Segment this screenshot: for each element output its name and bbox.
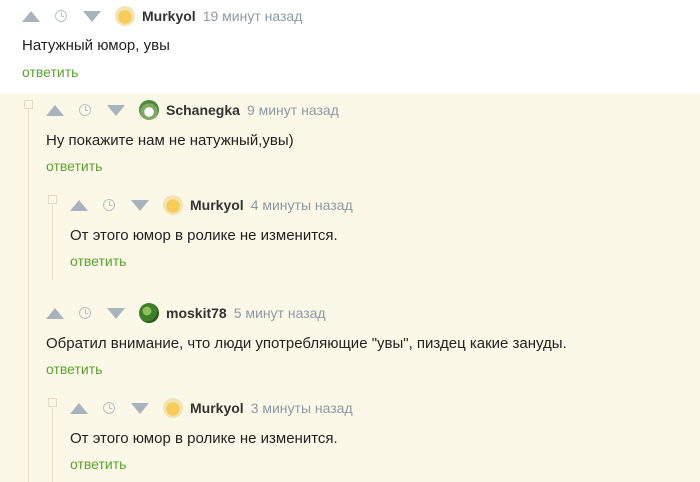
comment-author[interactable]: Murkyol — [190, 197, 244, 213]
comment-text: От этого юмор в ролике не изменится. — [70, 430, 338, 447]
upvote-icon[interactable] — [22, 10, 40, 22]
comment-header: Murkyol 19 минут назад — [22, 5, 302, 27]
thread-collapse-toggle[interactable] — [48, 195, 57, 204]
reply-link[interactable]: ответить — [22, 64, 78, 80]
comment-author[interactable]: moskit78 — [166, 305, 227, 321]
comment-author[interactable]: Murkyol — [142, 8, 196, 24]
upvote-icon[interactable] — [46, 104, 64, 116]
comment-time[interactable]: 3 минуты назад — [251, 400, 353, 416]
clock-icon[interactable] — [103, 402, 115, 414]
comment-time[interactable]: 5 минут назад — [234, 305, 326, 321]
reply-link[interactable]: ответить — [70, 456, 126, 472]
avatar[interactable] — [139, 303, 159, 323]
clock-icon[interactable] — [79, 307, 91, 319]
comment-author[interactable]: Schanegka — [166, 102, 240, 118]
downvote-icon[interactable] — [131, 402, 149, 414]
reply-link[interactable]: ответить — [70, 253, 126, 269]
comment-header: Schanegka 9 минут назад — [46, 99, 339, 121]
comment-time[interactable]: 4 минуты назад — [251, 197, 353, 213]
clock-icon[interactable] — [55, 10, 67, 22]
downvote-icon[interactable] — [131, 199, 149, 211]
upvote-icon[interactable] — [70, 199, 88, 211]
thread-background — [0, 93, 700, 482]
comment-text: Ну покажите нам не натужный,увы) — [46, 132, 294, 149]
comment-header: Murkyol 3 минуты назад — [70, 397, 353, 419]
downvote-icon[interactable] — [107, 104, 125, 116]
comment-header: moskit78 5 минут назад — [46, 302, 326, 324]
avatar[interactable] — [115, 6, 135, 26]
upvote-icon[interactable] — [46, 307, 64, 319]
reply-link[interactable]: ответить — [46, 158, 102, 174]
avatar[interactable] — [163, 398, 183, 418]
thread-line — [28, 110, 29, 482]
avatar[interactable] — [163, 195, 183, 215]
thread-collapse-toggle[interactable] — [24, 100, 33, 109]
comment-author[interactable]: Murkyol — [190, 400, 244, 416]
comment-time[interactable]: 19 минут назад — [203, 8, 303, 24]
comment-header: Murkyol 4 минуты назад — [70, 194, 353, 216]
downvote-icon[interactable] — [107, 307, 125, 319]
comment-time[interactable]: 9 минут назад — [247, 102, 339, 118]
thread-collapse-toggle[interactable] — [48, 398, 57, 407]
comment-text: Обратил внимание, что люди употребляющие… — [46, 335, 567, 352]
reply-link[interactable]: ответить — [46, 361, 102, 377]
downvote-icon[interactable] — [83, 10, 101, 22]
avatar[interactable] — [139, 100, 159, 120]
comment-text: Натужный юмор, увы — [22, 37, 170, 54]
clock-icon[interactable] — [79, 104, 91, 116]
comment-text: От этого юмор в ролике не изменится. — [70, 227, 338, 244]
clock-icon[interactable] — [103, 199, 115, 211]
upvote-icon[interactable] — [70, 402, 88, 414]
thread-line — [52, 205, 53, 280]
thread-line — [52, 408, 53, 482]
